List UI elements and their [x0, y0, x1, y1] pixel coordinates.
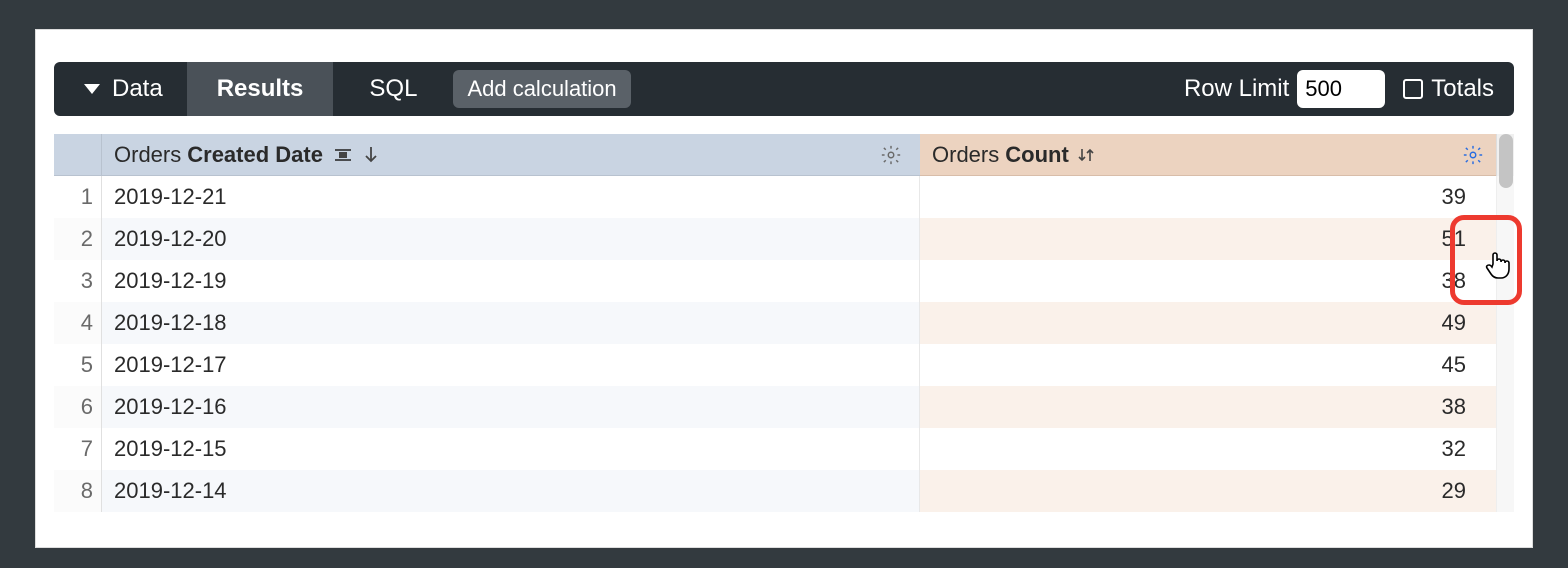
- sort-icon[interactable]: [1077, 146, 1095, 164]
- scroll-gutter: [1496, 218, 1514, 260]
- scrollbar-track[interactable]: [1496, 134, 1514, 176]
- row-number: 8: [54, 470, 102, 512]
- header-date-prefix: Orders: [114, 142, 181, 168]
- row-number: 7: [54, 428, 102, 470]
- row-number: 2: [54, 218, 102, 260]
- results-panel: Data Results SQL Add calculation Row Lim…: [35, 29, 1533, 548]
- cell-count[interactable]: 38: [920, 386, 1496, 428]
- scrollbar-thumb[interactable]: [1499, 134, 1513, 188]
- gear-icon[interactable]: [1462, 144, 1484, 166]
- cell-count[interactable]: 45: [920, 344, 1496, 386]
- gear-icon[interactable]: [880, 144, 902, 166]
- cell-created-date[interactable]: 2019-12-19: [102, 260, 920, 302]
- cell-created-date[interactable]: 2019-12-17: [102, 344, 920, 386]
- header-count[interactable]: Orders Count: [920, 134, 1496, 176]
- table-row: 72019-12-1532: [54, 428, 1514, 470]
- add-calculation-label: Add calculation: [467, 76, 616, 101]
- scroll-gutter: [1496, 428, 1514, 470]
- tab-sql-label: SQL: [369, 75, 417, 103]
- tab-data-label: Data: [112, 75, 163, 103]
- cell-count[interactable]: 39: [920, 176, 1496, 218]
- header-count-prefix: Orders: [932, 142, 999, 168]
- header-date-field: Created Date: [187, 142, 323, 168]
- table-row: 12019-12-2139: [54, 176, 1514, 218]
- tab-sql[interactable]: SQL: [333, 62, 453, 116]
- tab-data[interactable]: Data: [74, 62, 187, 116]
- table-row: 62019-12-1638: [54, 386, 1514, 428]
- cell-count[interactable]: 51: [920, 218, 1496, 260]
- row-number: 3: [54, 260, 102, 302]
- row-number: 5: [54, 344, 102, 386]
- row-number: 4: [54, 302, 102, 344]
- cell-created-date[interactable]: 2019-12-18: [102, 302, 920, 344]
- results-table: Orders Created Date Orders Count: [54, 134, 1514, 512]
- row-limit-label: Row Limit: [1184, 75, 1289, 103]
- caret-down-icon: [84, 84, 100, 94]
- cell-created-date[interactable]: 2019-12-14: [102, 470, 920, 512]
- table-row: 32019-12-1938: [54, 260, 1514, 302]
- cell-created-date[interactable]: 2019-12-15: [102, 428, 920, 470]
- sort-desc-icon[interactable]: [363, 145, 379, 165]
- pivot-icon[interactable]: [333, 146, 353, 164]
- tab-results[interactable]: Results: [187, 62, 334, 116]
- scroll-gutter: [1496, 386, 1514, 428]
- table-row: 52019-12-1745: [54, 344, 1514, 386]
- totals-toggle[interactable]: Totals: [1403, 75, 1494, 103]
- scroll-gutter: [1496, 260, 1514, 302]
- row-limit-input[interactable]: [1297, 70, 1385, 108]
- row-number: 6: [54, 386, 102, 428]
- scroll-gutter: [1496, 470, 1514, 512]
- cell-count[interactable]: 49: [920, 302, 1496, 344]
- add-calculation-button[interactable]: Add calculation: [453, 70, 630, 108]
- cell-count[interactable]: 32: [920, 428, 1496, 470]
- scroll-gutter: [1496, 302, 1514, 344]
- table-row: 42019-12-1849: [54, 302, 1514, 344]
- cell-created-date[interactable]: 2019-12-16: [102, 386, 920, 428]
- cell-created-date[interactable]: 2019-12-21: [102, 176, 920, 218]
- scroll-gutter: [1496, 344, 1514, 386]
- cell-created-date[interactable]: 2019-12-20: [102, 218, 920, 260]
- table-row: 82019-12-1429: [54, 470, 1514, 512]
- row-number: 1: [54, 176, 102, 218]
- header-created-date[interactable]: Orders Created Date: [102, 134, 920, 176]
- cell-count[interactable]: 38: [920, 260, 1496, 302]
- tab-results-label: Results: [217, 75, 304, 103]
- table-row: 22019-12-2051: [54, 218, 1514, 260]
- totals-checkbox[interactable]: [1403, 79, 1423, 99]
- table-header-row: Orders Created Date Orders Count: [54, 134, 1514, 176]
- header-count-field: Count: [1005, 142, 1069, 168]
- cell-count[interactable]: 29: [920, 470, 1496, 512]
- data-toolbar: Data Results SQL Add calculation Row Lim…: [54, 62, 1514, 116]
- header-rownum: [54, 134, 102, 176]
- totals-label: Totals: [1431, 75, 1494, 103]
